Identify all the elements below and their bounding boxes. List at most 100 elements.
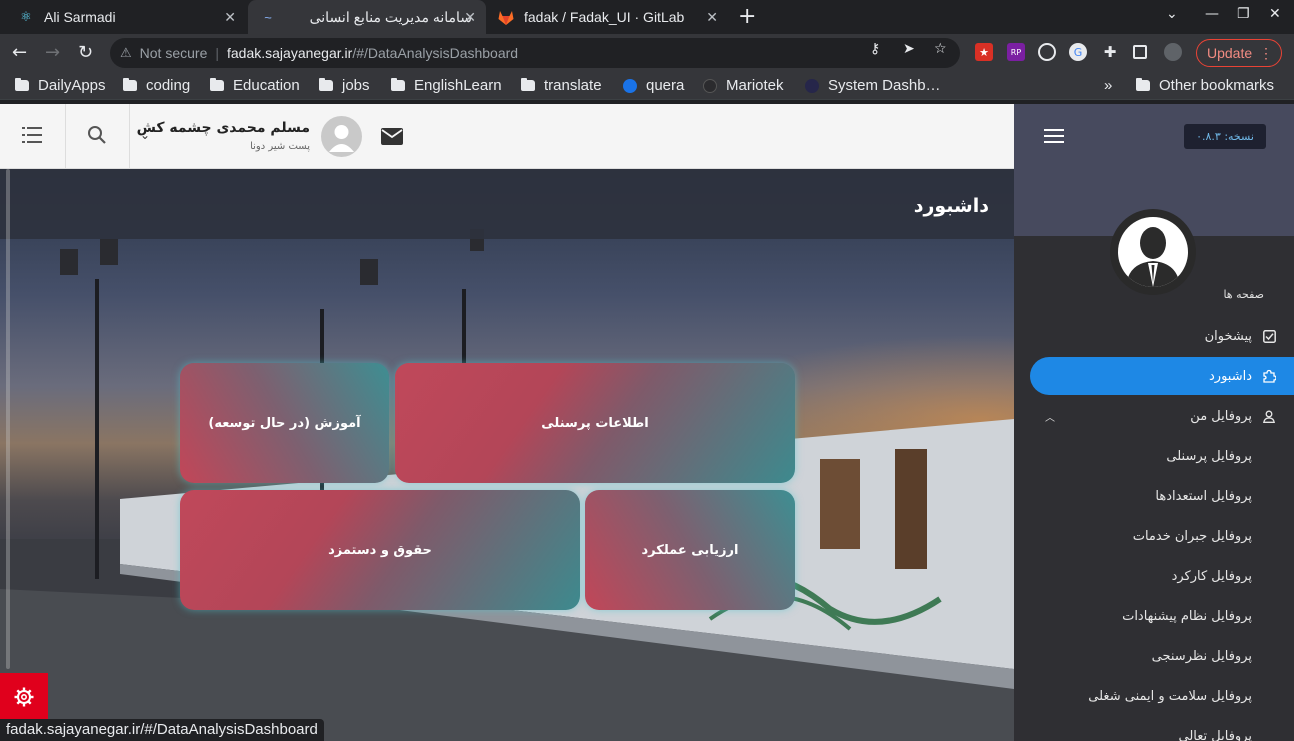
warning-icon[interactable]: ⚠ (120, 45, 132, 61)
folder-icon (15, 78, 29, 91)
sidebar-item-talents-profile[interactable]: پروفایل استعدادها (1030, 477, 1294, 515)
card-payroll[interactable]: حقوق و دستمزد (180, 490, 580, 610)
reload-icon[interactable]: ↻ (78, 42, 93, 63)
browser-tab-gitlab[interactable]: fadak / Fadak_UI · GitLab ✕ (488, 0, 728, 34)
sidebar-item-survey-profile[interactable]: پروفایل نظرسنجی (1030, 637, 1294, 675)
bookmark-label: Education (233, 77, 300, 94)
list-menu-icon[interactable] (22, 126, 42, 144)
browser-toolbar: ← → ↻ ⚠ Not secure | fadak.sajayanegar.i… (0, 34, 1294, 72)
puzzle-extensions-icon[interactable]: ✚ (1101, 43, 1119, 61)
scrollbar[interactable] (6, 169, 10, 669)
bookmark-label: Other bookmarks (1159, 77, 1275, 94)
maximize-icon[interactable]: ❐ (1237, 6, 1250, 22)
star-icon[interactable]: ☆ (934, 41, 947, 57)
browser-tab-strip: ⚛ Ali Sarmadi ✕ ~ سامانه مدیریت منابع ان… (0, 0, 1294, 34)
extension-rp-icon[interactable]: RP (1007, 43, 1025, 61)
extension-circle-icon[interactable] (1038, 43, 1056, 61)
bookmark-label: quera (646, 77, 685, 94)
bookmark-folder-englishlearn[interactable]: EnglishLearn (391, 77, 502, 94)
bookmark-folder-education[interactable]: Education (210, 77, 300, 94)
update-label: Update (1207, 45, 1253, 61)
side-panel-icon[interactable] (1133, 45, 1147, 59)
profile-avatar-icon[interactable] (1164, 43, 1182, 61)
sidebar-item-personnel-profile[interactable]: پروفایل پرسنلی (1030, 437, 1294, 475)
key-icon[interactable]: ⚷ (870, 41, 880, 57)
minimize-icon[interactable]: — (1205, 6, 1219, 22)
extension-icon[interactable]: ★ (975, 43, 993, 61)
bookmark-label: jobs (342, 77, 370, 94)
close-tab-icon[interactable]: ✕ (464, 9, 476, 26)
folder-icon (391, 78, 405, 91)
sidebar-item-label: پروفایل جبران خدمات (1132, 528, 1252, 544)
folder-icon (123, 78, 137, 91)
profile-avatar[interactable] (1110, 209, 1196, 295)
chevron-up-icon[interactable]: ︿ (1045, 409, 1055, 424)
bookmark-system-dashboard[interactable]: System Dashb… (805, 77, 941, 94)
back-arrow-icon[interactable]: ← (12, 42, 27, 63)
sidebar: نسخه: ۰.۸.۳ صفحه ها پیشخوان داشبورد ︿ پر… (1014, 104, 1294, 741)
sidebar-item-my-profile[interactable]: ︿ پروفایل من (1030, 397, 1294, 435)
close-tab-icon[interactable]: ✕ (224, 9, 236, 26)
close-window-icon[interactable]: ✕ (1269, 6, 1281, 22)
person-silhouette-icon (1126, 227, 1180, 287)
page-title-bar: داشبورد (0, 169, 1014, 239)
card-label: ارزیابی عملکرد (641, 542, 739, 558)
pages-section-label: صفحه ها (1223, 288, 1264, 301)
bookmark-label: EnglishLearn (414, 77, 502, 94)
browser-tab-ali-sarmadi[interactable]: ⚛ Ali Sarmadi ✕ (0, 0, 246, 34)
sidebar-item-label: پروفایل نظام پیشنهادات (1122, 608, 1252, 624)
folder-icon (521, 78, 535, 91)
sidebar-item-compensation-profile[interactable]: پروفایل جبران خدمات (1030, 517, 1294, 555)
bookmark-label: Mariotek (726, 77, 784, 94)
user-name[interactable]: مسلم محمدی چشمه کش (137, 120, 310, 136)
mail-icon[interactable] (381, 128, 403, 145)
sidebar-item-excellence-profile[interactable]: پروفایل تعالی (1030, 717, 1294, 741)
bookmark-folder-dailyapps[interactable]: DailyApps (15, 77, 106, 94)
more-vert-icon[interactable]: ⋮ (1259, 45, 1273, 62)
card-training[interactable]: آموزش (در حال توسعه) (180, 363, 389, 483)
sidebar-item-label: پیشخوان (1204, 328, 1252, 344)
bookmark-quera[interactable]: quera (623, 77, 684, 94)
browser-tab-hr-system[interactable]: ~ سامانه مدیریت منابع انسانی ✕ (248, 0, 486, 34)
divider (65, 104, 66, 169)
sidebar-item-attendance-profile[interactable]: پروفایل کارکرد (1030, 557, 1294, 595)
sidebar-item-dashboard[interactable]: داشبورد (1030, 357, 1294, 395)
divider (129, 104, 130, 169)
bookmarks-overflow-button[interactable]: » (1104, 77, 1112, 94)
sidebar-item-label: پروفایل سلامت و ایمنی شغلی (1088, 688, 1252, 704)
bookmark-folder-coding[interactable]: coding (123, 77, 190, 94)
person-icon (1262, 409, 1276, 423)
sidebar-item-home[interactable]: پیشخوان (1030, 317, 1294, 355)
sidebar-item-label: پروفایل نظرسنجی (1151, 648, 1252, 664)
folder-icon (319, 78, 333, 91)
gitlab-icon (498, 9, 514, 25)
card-personnel-info[interactable]: اطلاعات پرسنلی (395, 363, 795, 483)
overflow-chevron-icon: » (1104, 77, 1113, 94)
forward-arrow-icon[interactable]: → (45, 42, 60, 63)
translate-extension-icon[interactable]: G (1069, 43, 1087, 61)
sidebar-item-suggestions-profile[interactable]: پروفایل نظام پیشنهادات (1030, 597, 1294, 635)
bookmark-folder-jobs[interactable]: jobs (319, 77, 370, 94)
hamburger-menu-icon[interactable] (1044, 128, 1064, 144)
update-button[interactable]: Update ⋮ (1196, 39, 1282, 67)
new-tab-button[interactable]: + (738, 4, 756, 29)
bookmark-mariotek[interactable]: Mariotek (703, 77, 784, 94)
bookmark-label: System Dashb… (828, 77, 941, 94)
close-tab-icon[interactable]: ✕ (706, 9, 718, 26)
avatar[interactable] (321, 116, 362, 157)
puzzle-icon (1262, 369, 1276, 383)
bookmark-folder-translate[interactable]: translate (521, 77, 602, 94)
search-icon[interactable] (87, 125, 107, 145)
main-area: ⌄ مسلم محمدی چشمه کش پست شیر دونا داشبور… (0, 104, 1014, 741)
send-icon[interactable]: ➤ (903, 41, 915, 57)
tab-title: fadak / Fadak_UI · GitLab (524, 9, 685, 25)
bookmark-label: translate (544, 77, 602, 94)
user-role: پست شیر دونا (250, 141, 310, 152)
card-performance-evaluation[interactable]: ارزیابی عملکرد (585, 490, 795, 610)
app-header: ⌄ مسلم محمدی چشمه کش پست شیر دونا (0, 104, 1014, 169)
sidebar-item-health-safety-profile[interactable]: پروفایل سلامت و ایمنی شغلی (1030, 677, 1294, 715)
address-bar[interactable]: ⚠ Not secure | fadak.sajayanegar.ir /#/D… (110, 38, 960, 68)
tab-search-icon[interactable]: ⌄ (1166, 6, 1178, 22)
other-bookmarks-folder[interactable]: Other bookmarks (1136, 77, 1274, 94)
settings-button[interactable] (0, 673, 48, 720)
